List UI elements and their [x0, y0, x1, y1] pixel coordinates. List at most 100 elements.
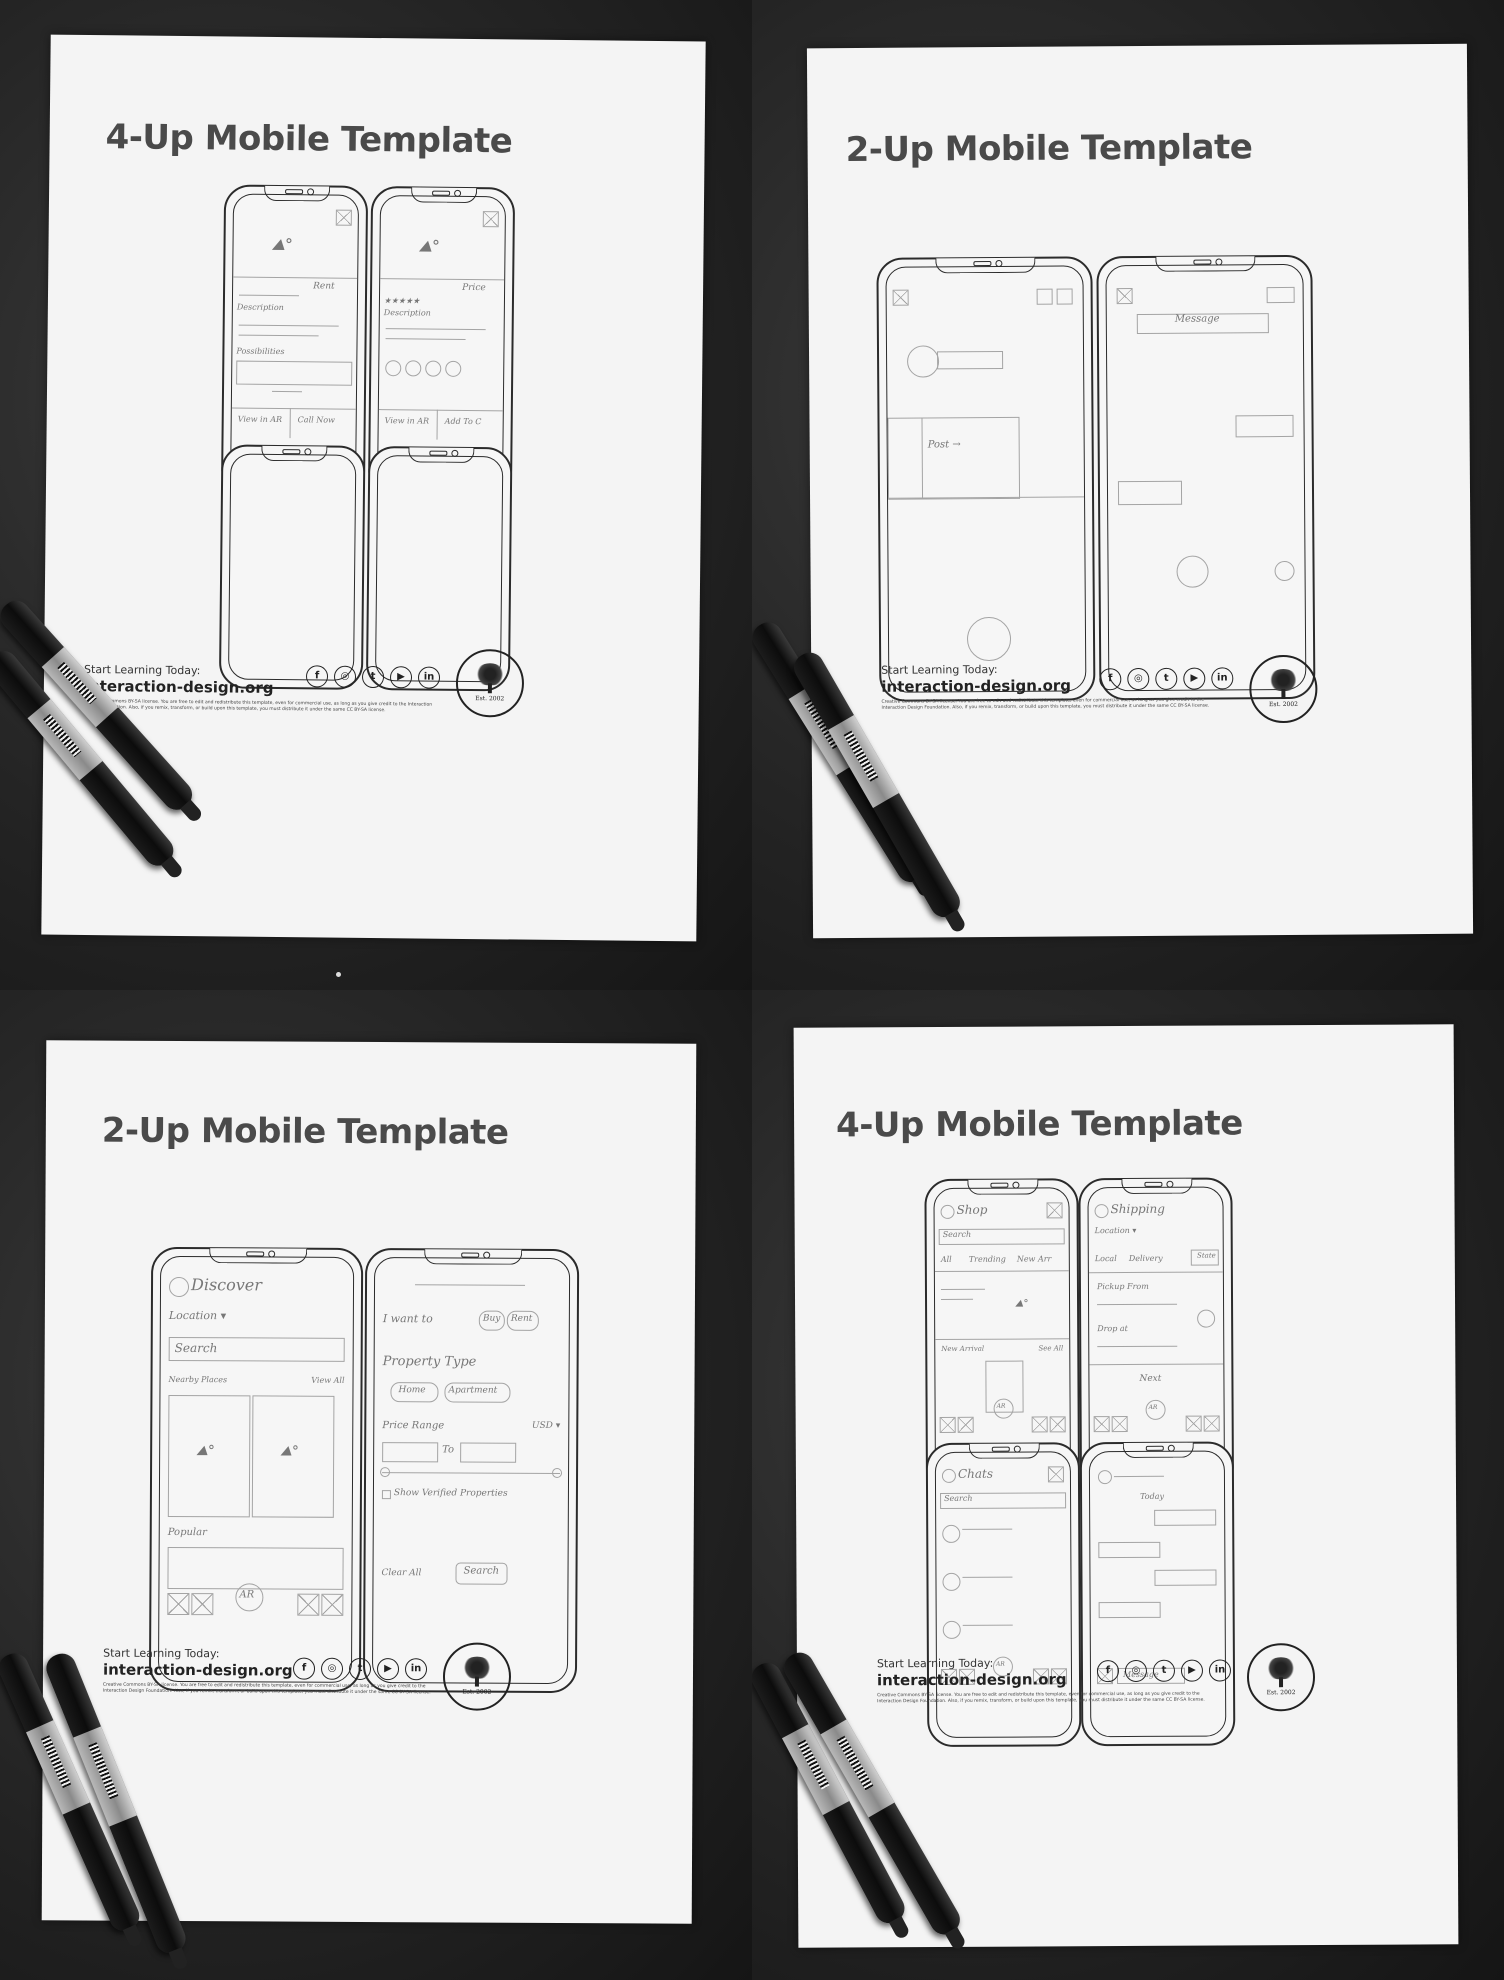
sketch-label: Search: [174, 1340, 218, 1356]
linkedin-icon: in: [1208, 1659, 1232, 1682]
tree-icon: [1268, 668, 1299, 692]
phone-frame-3: [218, 444, 366, 690]
sketch-label: Delivery: [1128, 1253, 1163, 1263]
sketch-label: Apartment: [448, 1385, 498, 1396]
sketch-label: Rent: [313, 281, 335, 292]
instagram-icon: ◎: [320, 1657, 344, 1680]
phone-screen: Shop Search All Trending New Arr ⛰° New …: [933, 1187, 1071, 1485]
sketch-label: Add To C: [444, 416, 482, 427]
sketch-label: I want to: [382, 1312, 433, 1326]
youtube-icon: ▶: [1180, 1659, 1204, 1682]
sketch-label: Show Verified Properties: [393, 1488, 508, 1499]
idf-seal: Est. 2002: [455, 648, 525, 718]
twitter-icon: t: [361, 665, 385, 689]
sketch-label: Description: [236, 302, 284, 313]
phone-screen: [374, 455, 504, 683]
sketch-label: AR: [996, 1402, 1006, 1410]
social-icons: f ◎ t ▶ in: [794, 1024, 1454, 1683]
linkedin-icon: in: [404, 1658, 428, 1681]
facebook-icon: f: [305, 665, 329, 688]
twitter-icon: t: [1155, 667, 1178, 690]
sketch-label: Trending: [968, 1254, 1006, 1264]
phone-screen: ⛰° Rent Description Possibilities View i…: [230, 193, 360, 486]
footer-learn: Start Learning Today:: [84, 662, 201, 678]
phone-screen: Discover Location ▾ Search Nearby Places…: [157, 1255, 355, 1683]
instagram-icon: ◎: [1127, 667, 1150, 691]
sketch-label: View All: [311, 1375, 345, 1385]
tree-icon: [461, 1656, 493, 1679]
sketch-label: Nearby Places: [168, 1374, 228, 1385]
linkedin-icon: in: [1211, 667, 1234, 690]
sketch-label: Chats: [957, 1466, 994, 1481]
sketch-label: State: [1197, 1251, 1216, 1260]
footer-license: Creative Commons BY-SA license. You are …: [881, 697, 1210, 711]
footer-learn: Start Learning Today:: [103, 1646, 220, 1661]
sketch-label: Description: [383, 308, 431, 318]
photo-top-right: 2-Up Mobile Template Post → Message Star…: [752, 0, 1504, 990]
paper-sheet: 2-Up Mobile Template Post → Message Star…: [806, 43, 1474, 939]
phone-screen: Message: [1105, 263, 1307, 692]
sketch-label: Shop: [956, 1202, 988, 1217]
sheet-title: 4-Up Mobile Template: [105, 117, 513, 162]
footer-learn: Start Learning Today:: [881, 662, 998, 677]
sketch-label: Drop at: [1097, 1323, 1128, 1334]
facebook-icon: f: [1099, 668, 1122, 691]
sketch-label: Home: [398, 1385, 426, 1396]
sketch-label: Clear All: [381, 1568, 422, 1579]
facebook-icon: f: [1096, 1660, 1120, 1683]
photo-bottom-right: 4-Up Mobile Template Shop Search All Tre…: [752, 990, 1504, 1980]
seal-text: Est. 2002: [1268, 700, 1299, 709]
sketch-label: AR: [1148, 1403, 1158, 1411]
linkedin-icon: in: [417, 666, 441, 689]
social-icons: f ◎ t ▶ in: [51, 35, 706, 689]
social-icons: f ◎ t ▶ in: [46, 1040, 696, 1681]
social-icons: f ◎ t ▶ in: [807, 44, 1467, 691]
footer-url: interaction-design.org: [83, 676, 274, 697]
sketch-label: Property Type: [382, 1354, 477, 1370]
sheet-title: 2-Up Mobile Template: [101, 1110, 509, 1153]
sketch-label: All: [940, 1254, 952, 1264]
sketch-label: Search: [463, 1565, 500, 1577]
sketch-label: Rent: [510, 1313, 533, 1324]
phone-frame-2: Message: [1096, 254, 1316, 701]
sketch-label: Price: [462, 282, 486, 294]
photo-bottom-left: 2-Up Mobile Template Discover Location ▾…: [0, 990, 752, 1980]
phone-screen: ⛰° Price ★★★★★ Description View in AR Ad…: [377, 195, 507, 488]
phone-screen: Post →: [885, 265, 1087, 693]
tree-icon: [1265, 1657, 1297, 1680]
paper-sheet: 4-Up Mobile Template ⛰° Rent Description…: [41, 34, 706, 942]
sketch-label: AR: [995, 1660, 1005, 1668]
sketch-label: Local: [1094, 1254, 1117, 1264]
photo-top-left: 4-Up Mobile Template ⛰° Rent Description…: [0, 0, 752, 990]
sketch-label: Today: [1140, 1491, 1165, 1501]
idf-seal: Est. 2002: [1246, 1643, 1316, 1712]
sketch-label: View in AR: [237, 414, 283, 425]
footer-learn: Start Learning Today:: [876, 1656, 994, 1671]
instagram-icon: ◎: [333, 665, 357, 688]
sketch-label: View in AR: [384, 416, 430, 426]
phone-screen: [227, 453, 357, 681]
footer-license: Creative Commons BY-SA license. You are …: [877, 1691, 1205, 1705]
seal-text: Est. 2002: [475, 695, 505, 703]
sketch-label: Search: [944, 1493, 973, 1503]
seal-text: Est. 2002: [462, 1688, 492, 1696]
sketch-label: Price Range: [382, 1420, 445, 1432]
sketch-label: Next: [1139, 1373, 1162, 1384]
sketch-label: Popular: [167, 1526, 207, 1539]
idf-seal: Est. 2002: [442, 1642, 512, 1711]
paper-sheet: 2-Up Mobile Template Discover Location ▾…: [41, 1040, 697, 1924]
instagram-icon: ◎: [1124, 1659, 1148, 1683]
sketch-label: USD ▾: [531, 1420, 561, 1432]
sketch-label: AR: [239, 1589, 255, 1601]
dust-speck: [336, 972, 341, 977]
sketch-label: ★★★★★: [383, 296, 420, 306]
youtube-icon: ▶: [389, 666, 413, 689]
sketch-label: Possibilities: [236, 346, 285, 357]
twitter-icon: t: [1152, 1659, 1176, 1682]
sketch-label: Pickup From: [1096, 1281, 1149, 1292]
phone-screen: I want to Buy Rent Property Type Home Ap…: [371, 1257, 571, 1685]
sketch-label: Location ▾: [1094, 1225, 1137, 1236]
seal-text: Est. 2002: [1266, 1689, 1296, 1697]
sketch-label: Post →: [927, 439, 961, 451]
youtube-icon: ▶: [376, 1658, 400, 1681]
